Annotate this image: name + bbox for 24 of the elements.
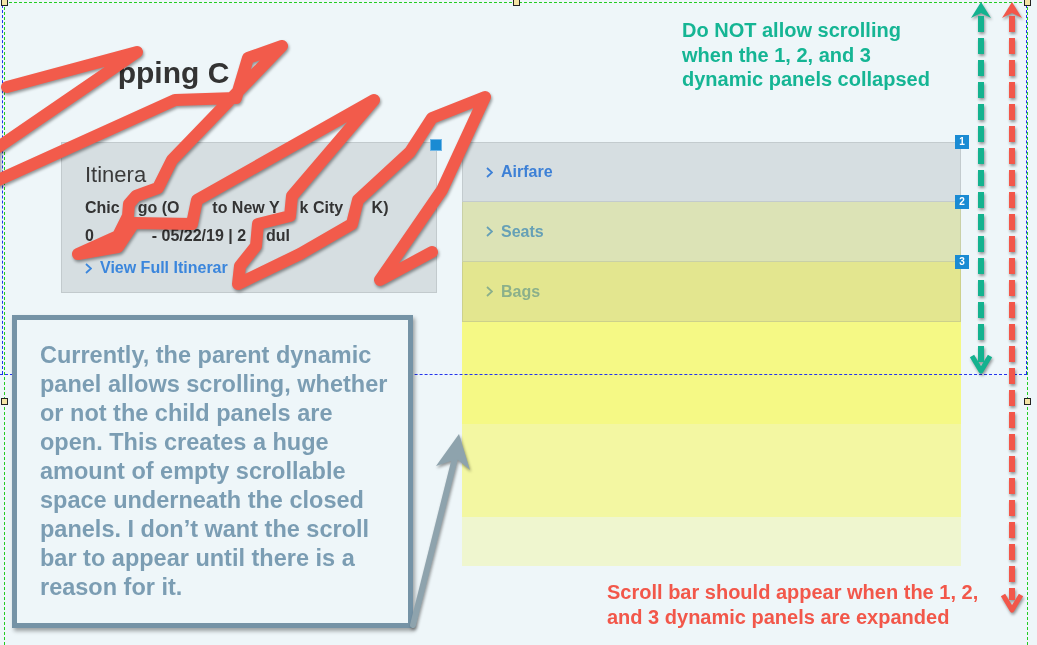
route-text: go (O (137, 198, 180, 218)
itinerary-link[interactable]: View Full Itinerar (85, 258, 228, 278)
annotation-text: Do NOT allow scrolling when the 1, 2, and 3 dynamic panels collapsed (682, 18, 931, 92)
comment-text: Currently, the parent dynamic panel allows scrolling, whether or not the child panels are open. This creates a huge amount of empty scrollable space underneath the closed panels. I don’t want the scroll bar to appear until there is a reason for it. (40, 341, 389, 602)
dates-text: - 05/22/19 | 2 (151, 226, 247, 246)
resize-handle-icon[interactable] (1, 398, 8, 405)
resize-handle-icon[interactable] (513, 0, 520, 6)
route-text: K) (371, 198, 389, 218)
route-text: Chic (85, 198, 120, 218)
card-title: Itinera (85, 162, 147, 188)
page-title: pping C (117, 55, 230, 91)
resize-handle-icon[interactable] (1024, 398, 1031, 405)
chevron-right-icon (85, 262, 92, 274)
panel-number-badge: 2 (955, 195, 969, 209)
square-marker-icon (430, 139, 442, 151)
resize-handle-icon[interactable] (1024, 0, 1031, 6)
annotation-text: Scroll bar should appear when the 1, 2, and 3 dynamic panels are expanded (607, 580, 980, 629)
panel-number-badge: 3 (955, 255, 969, 269)
resize-handle-icon[interactable] (1, 0, 8, 6)
route-text: k City (299, 198, 344, 218)
panel-number-badge: 1 (955, 135, 969, 149)
dates-text: 0 (85, 226, 94, 246)
route-text: to New Y (212, 198, 280, 218)
dates-text: dul (266, 226, 291, 246)
